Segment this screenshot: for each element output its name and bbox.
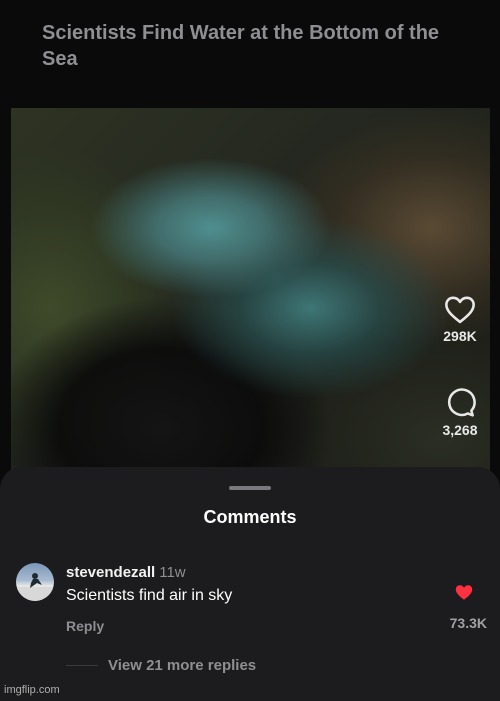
heart-outline-icon[interactable] [443, 294, 477, 324]
username-text[interactable]: stevendezall [66, 564, 155, 581]
watermark: imgflip.com [4, 684, 60, 696]
post-caption: Scientists Find Water at the Bottom of t… [42, 22, 440, 70]
like-count-label: 298K [443, 328, 477, 344]
comment-username[interactable]: stevendezall 11w [66, 564, 186, 581]
heart-filled-icon[interactable] [454, 583, 474, 601]
comment-text: Scientists find air in sky [66, 587, 233, 604]
comment-time: 11w [159, 564, 186, 581]
video-player[interactable] [11, 108, 490, 478]
comment-count-label: 3,268 [442, 422, 478, 438]
avatar[interactable] [16, 563, 54, 601]
avatar-figure-icon [16, 573, 54, 601]
sheet-grabber[interactable] [229, 486, 271, 490]
comment-bubble-icon[interactable] [444, 386, 476, 418]
comments-sheet: Comments stevendezall 11w Scientists find… [0, 467, 500, 701]
like-action[interactable]: 298K [430, 294, 490, 344]
view-more-replies-button[interactable]: View 21 more replies [108, 657, 256, 674]
comments-title: Comments [203, 507, 297, 527]
comment-like-count: 73.3K [449, 615, 487, 631]
replies-divider [66, 665, 98, 666]
comment-action[interactable]: 3,268 [430, 386, 490, 438]
reply-button[interactable]: Reply [66, 618, 104, 634]
